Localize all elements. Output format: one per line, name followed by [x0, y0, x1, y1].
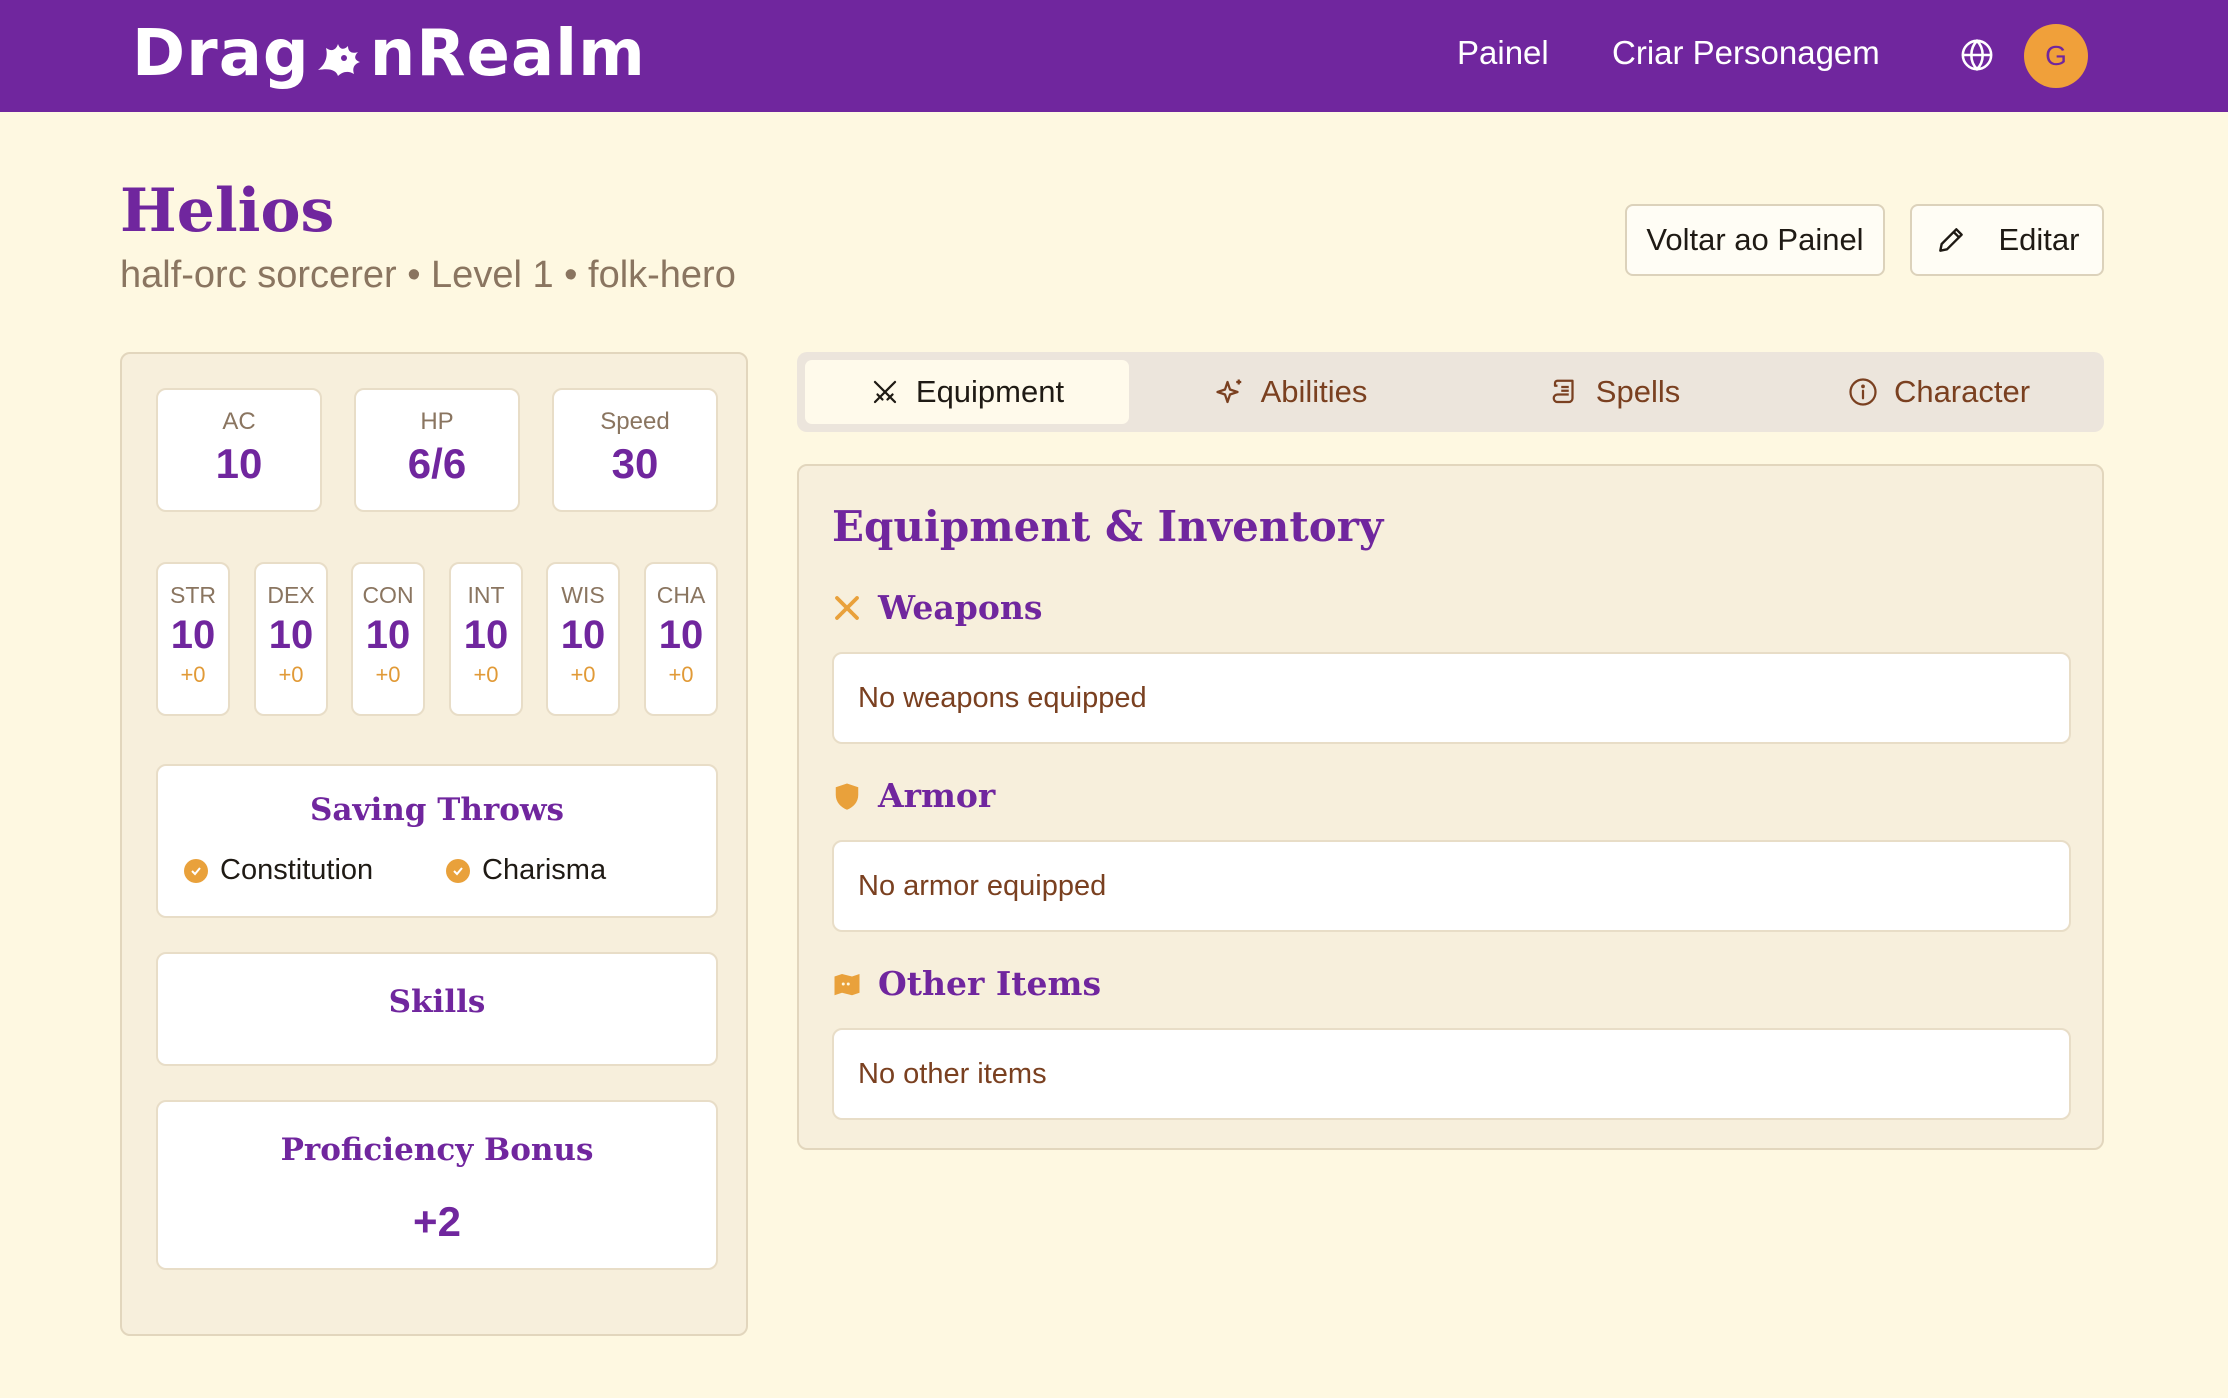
- backpack-icon: [834, 973, 860, 995]
- pencil-icon: [1938, 228, 1963, 252]
- ability-modifier: +0: [570, 662, 596, 687]
- nav-painel[interactable]: Painel: [1457, 34, 1549, 72]
- ability-label: DEX: [267, 582, 315, 608]
- dragon-head-icon: [317, 44, 360, 76]
- saving-throws-title: Saving Throws: [309, 792, 565, 828]
- ability-dex: DEX 10 +0: [254, 562, 328, 716]
- tab-abilities[interactable]: Abilities: [1129, 360, 1453, 424]
- ability-modifier: +0: [180, 662, 206, 687]
- ability-modifier: +0: [278, 662, 304, 687]
- stats-panel: AC 10 HP 6/6 Speed 30 STR 10 +0 DEX 10 +…: [120, 352, 748, 1336]
- weapons-empty-box: No weapons equipped: [832, 652, 2071, 744]
- saving-throw-label: Charisma: [482, 854, 607, 886]
- tab-label: Character: [1893, 374, 2031, 409]
- ability-score: 10: [658, 613, 704, 657]
- ac-card: AC 10: [156, 388, 322, 512]
- ability-score: 10: [560, 613, 606, 657]
- other-items-empty-text: No other items: [858, 1057, 1047, 1090]
- armor-title: Armor: [878, 776, 996, 815]
- ability-modifier: +0: [668, 662, 694, 687]
- brand-suffix: nRealm: [369, 17, 646, 91]
- character-name: Helios: [120, 176, 335, 246]
- skills-card: Skills: [156, 952, 718, 1066]
- speed-value: 30: [611, 440, 659, 487]
- ability-str: STR 10 +0: [156, 562, 230, 716]
- speed-label: Speed: [600, 408, 670, 435]
- ability-score: 10: [463, 613, 509, 657]
- proficiency-title: Proficiency Bonus: [280, 1132, 594, 1168]
- equipment-panel: Equipment & Inventory Weapons No weapons…: [797, 464, 2104, 1150]
- tab-equipment[interactable]: Equipment: [805, 360, 1129, 424]
- saving-throws-card: Saving Throws Constitution Charisma: [156, 764, 718, 918]
- crossed-swords-icon: [835, 595, 859, 620]
- ac-label: AC: [222, 408, 256, 435]
- ability-int: INT 10 +0: [449, 562, 523, 716]
- ability-con: CON 10 +0: [351, 562, 425, 716]
- equipment-title: Equipment & Inventory: [832, 502, 1384, 551]
- brand-prefix: Drag: [132, 17, 310, 91]
- edit-button-label: Editar: [1998, 222, 2080, 257]
- other-items-empty-box: No other items: [832, 1028, 2071, 1120]
- ability-label: CHA: [656, 582, 706, 608]
- tab-label: Equipment: [915, 374, 1065, 409]
- ac-value: 10: [215, 440, 263, 487]
- armor-empty-box: No armor equipped: [832, 840, 2071, 932]
- ability-modifier: +0: [473, 662, 499, 687]
- check-icon: [446, 858, 470, 883]
- saving-throw-item: Charisma: [446, 854, 606, 887]
- nav-criar-personagem[interactable]: Criar Personagem: [1612, 34, 1880, 72]
- ability-label: INT: [467, 582, 505, 608]
- back-to-dashboard-button[interactable]: Voltar ao Painel: [1625, 204, 1885, 276]
- scroll-icon: [1552, 379, 1574, 404]
- proficiency-value: +2: [413, 1198, 461, 1245]
- ability-label: WIS: [561, 582, 605, 608]
- hp-card: HP 6/6: [354, 388, 520, 512]
- armor-header: Armor: [832, 776, 995, 815]
- ability-score: 10: [268, 613, 314, 657]
- user-avatar[interactable]: G: [2024, 24, 2088, 88]
- speed-card: Speed 30: [552, 388, 718, 512]
- brand-logo[interactable]: Drag nRealm: [132, 14, 646, 94]
- skills-title: Skills: [388, 984, 486, 1020]
- edit-button[interactable]: Editar: [1910, 204, 2104, 276]
- top-nav-bar: Drag nRealm Painel Criar Personagem G: [0, 0, 2228, 112]
- ability-score: 10: [170, 613, 216, 657]
- weapons-title: Weapons: [878, 588, 1043, 627]
- ability-label: CON: [362, 582, 414, 608]
- other-items-title: Other Items: [878, 964, 1102, 1003]
- ability-label: STR: [170, 582, 216, 608]
- ability-modifier: +0: [375, 662, 401, 687]
- sparkles-icon: [1215, 379, 1241, 404]
- saving-throw-label: Constitution: [220, 854, 374, 886]
- ability-cha: CHA 10 +0: [644, 562, 718, 716]
- character-subtitle: half-orc sorcerer • Level 1 • folk-hero: [120, 254, 736, 296]
- ability-score: 10: [365, 613, 411, 657]
- saving-throw-item: Constitution: [184, 854, 373, 887]
- hp-value: 6/6: [407, 440, 467, 487]
- shield-icon: [835, 783, 859, 810]
- ability-wis: WIS 10 +0: [546, 562, 620, 716]
- tab-label: Spells: [1595, 374, 1681, 409]
- weapons-header: Weapons: [832, 588, 1042, 627]
- hp-label: HP: [420, 408, 454, 435]
- tab-label: Abilities: [1260, 374, 1368, 409]
- proficiency-card: Proficiency Bonus +2: [156, 1100, 718, 1270]
- tab-spells[interactable]: Spells: [1453, 360, 1777, 424]
- armor-empty-text: No armor equipped: [858, 869, 1107, 902]
- weapons-empty-text: No weapons equipped: [858, 681, 1147, 714]
- check-icon: [184, 858, 208, 883]
- other-items-header: Other Items: [832, 964, 1101, 1003]
- crossed-swords-icon: [873, 380, 897, 404]
- tab-character[interactable]: Character: [1777, 360, 2101, 424]
- back-button-label: Voltar ao Painel: [1646, 222, 1864, 257]
- tab-bar: Equipment Abilities Spells Character: [797, 352, 2104, 432]
- globe-icon[interactable]: [1960, 38, 1994, 72]
- info-icon: [1849, 378, 1877, 406]
